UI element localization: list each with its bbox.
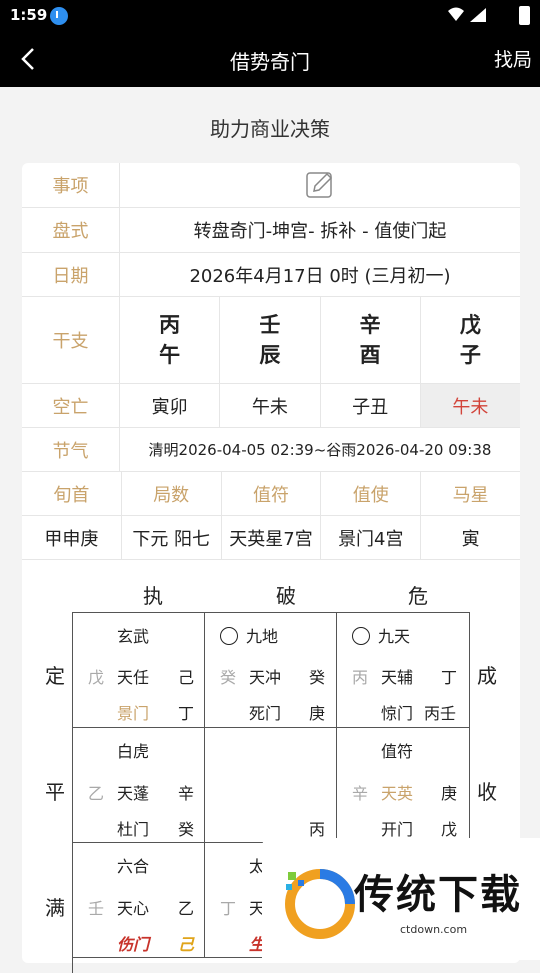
label-jieqi: 节气 — [22, 428, 120, 471]
header-xunshou: 旬首 — [22, 472, 122, 515]
circle-icon — [220, 627, 238, 645]
jianchu-right-2: 收 — [477, 780, 497, 804]
find-layout-button[interactable]: 找局 — [494, 45, 532, 72]
jieqi-value: 清明2026-04-05 02:39~谷雨2026-04-20 09:38 — [148, 441, 492, 459]
jianchu-top-1: 执 — [143, 584, 163, 608]
jianchu-top-3: 危 — [408, 584, 428, 608]
header-zhifu: 值符 — [222, 472, 322, 515]
ganzhi-hour: 戊子 — [459, 313, 481, 367]
label-kongwang: 空亡 — [22, 384, 120, 427]
app-bar: 借势奇门 找局 — [0, 32, 540, 87]
kongwang-4: 午未 — [420, 384, 520, 427]
palace-5[interactable]: 丙 — [205, 728, 337, 843]
kongwang-3: 子丑 — [321, 384, 421, 427]
download-icon — [50, 7, 68, 25]
row-panshi: 盘式 转盘奇门-坤宫- 拆补 - 值使门起 — [22, 208, 520, 253]
value-xunshou: 甲申庚 — [22, 516, 122, 559]
kongwang-2: 午未 — [220, 384, 321, 427]
label-panshi: 盘式 — [22, 208, 120, 252]
jianchu-top-2: 破 — [276, 584, 296, 608]
header-zhishi: 值使 — [321, 472, 422, 515]
watermark-text: 传统下载 — [354, 872, 522, 918]
watermark: 传统下载 ctdown.com — [262, 838, 540, 960]
edit-icon — [306, 172, 333, 198]
status-time: 1:59 — [10, 6, 48, 24]
subtitle: 助力商业决策 — [210, 117, 330, 141]
jianchu-left-1: 定 — [45, 664, 65, 688]
palace-2[interactable]: 九地 癸 天冲 癸 死门 庚 — [205, 613, 337, 728]
row-values: 甲申庚 下元 阳七 天英星7宫 景门4宫 寅 — [22, 516, 520, 560]
jianchu-left-2: 平 — [45, 780, 65, 804]
label-ganzhi: 干支 — [22, 297, 120, 383]
ganzhi-month: 壬辰 — [220, 297, 321, 383]
palace-7[interactable]: 六合 壬 天心 乙 伤门 己 — [73, 843, 205, 958]
edit-button[interactable] — [120, 163, 520, 207]
label-riqi: 日期 — [22, 253, 120, 296]
ganzhi-year: 丙午 — [120, 297, 221, 383]
value-maxing: 寅 — [461, 528, 480, 550]
value-zhishi: 景门4宫 — [321, 516, 422, 559]
row-riqi: 日期 2026年4月17日 0时 (三月初一) — [22, 253, 520, 297]
row-shixiang: 事项 — [22, 163, 520, 208]
ganzhi-day: 辛酉 — [321, 297, 421, 383]
riqi-value: 2026年4月17日 0时 (三月初一) — [189, 265, 451, 287]
row-jieqi: 节气 清明2026-04-05 02:39~谷雨2026-04-20 09:38 — [22, 428, 520, 472]
row-kongwang: 空亡 寅卯 午未 子丑 午未 — [22, 384, 520, 428]
jianchu-left-3: 满 — [45, 896, 65, 920]
status-bar: 1:59 — [0, 0, 540, 32]
battery-icon — [519, 6, 530, 25]
jianchu-right-1: 成 — [477, 664, 497, 688]
row-headers: 旬首 局数 值符 值使 马星 — [22, 472, 520, 516]
header-maxing: 马星 — [452, 484, 489, 506]
circle-icon — [352, 627, 370, 645]
value-zhifu: 天英星7宫 — [222, 516, 322, 559]
value-jushu: 下元 阳七 — [122, 516, 222, 559]
wifi-signal-icon — [446, 6, 506, 28]
palace-4[interactable]: 白虎 乙 天蓬 辛 杜门 癸 — [73, 728, 205, 843]
watermark-url: ctdown.com — [400, 923, 468, 936]
palace-1[interactable]: 玄武 戊 天任 己 景门 丁 — [73, 613, 205, 728]
palace-6[interactable]: 值符 辛 天英 庚 开门 戊 — [337, 728, 470, 843]
watermark-logo-icon — [285, 869, 355, 939]
palace-3[interactable]: 九天 丙 天辅 丁 惊门 丙壬 — [337, 613, 470, 728]
kongwang-1: 寅卯 — [120, 384, 221, 427]
page-title: 借势奇门 — [230, 50, 310, 74]
row-ganzhi: 干支 丙午 壬辰 辛酉 戊子 — [22, 297, 520, 384]
header-jushu: 局数 — [122, 472, 222, 515]
panshi-value: 转盘奇门-坤宫- 拆补 - 值使门起 — [193, 221, 447, 242]
label-shixiang: 事项 — [22, 163, 120, 207]
